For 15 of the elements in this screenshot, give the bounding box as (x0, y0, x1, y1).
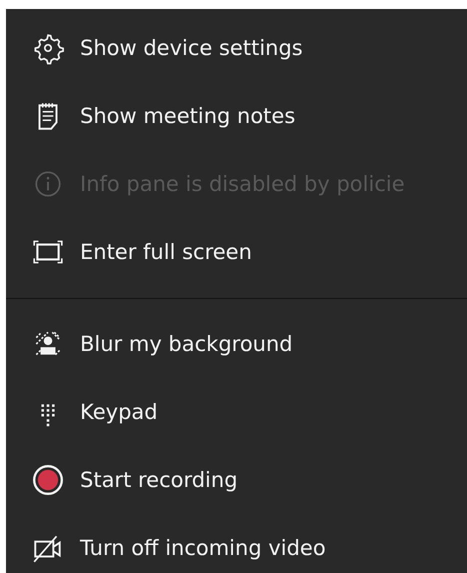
menu-item-label: Blur my background (80, 332, 293, 356)
menu-item[interactable]: Blur my background (6, 310, 467, 378)
record-icon (31, 463, 65, 497)
menu-item-label: Show meeting notes (80, 104, 296, 128)
menu-item-label: Keypad (80, 400, 158, 424)
menu-item-label: Show device settings (80, 36, 303, 60)
menu-item[interactable]: Enter full screen (6, 218, 467, 286)
menu-item[interactable]: Show meeting notes (6, 82, 467, 150)
menu-item[interactable]: Start recording (6, 446, 467, 514)
menu-item-label: Turn off incoming video (80, 536, 326, 560)
menu-item[interactable]: Show device settings (6, 14, 467, 82)
menu-item-label: Enter full screen (80, 240, 252, 264)
menu-item-label: Start recording (80, 468, 238, 492)
menu-item[interactable]: Turn off incoming video (6, 514, 467, 573)
menu-item[interactable]: Keypad (6, 378, 467, 446)
